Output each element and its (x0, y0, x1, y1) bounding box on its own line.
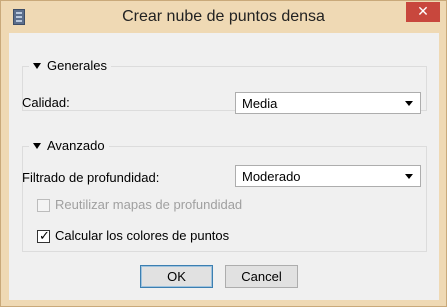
depth-filter-select[interactable]: Moderado (235, 165, 421, 187)
close-button[interactable]: ✕ (406, 2, 440, 22)
advanced-group-title: Avanzado (47, 138, 105, 153)
general-group-header[interactable]: Generales (29, 58, 111, 73)
checkmark-icon: ✓ (39, 228, 50, 243)
reuse-depth-maps-checkbox[interactable] (37, 199, 50, 212)
dialog-body: Generales Calidad: Media Avanzado Filtra… (9, 33, 439, 300)
cancel-button[interactable]: Cancel (225, 265, 298, 288)
chevron-down-icon (405, 101, 413, 106)
reuse-depth-maps-label: Reutilizar mapas de profundidad (55, 197, 243, 212)
calc-point-colors-checkbox[interactable]: ✓ (37, 228, 50, 243)
ok-button[interactable]: OK (140, 265, 213, 288)
calc-point-colors-label: Calcular los colores de puntos (55, 228, 230, 243)
collapse-triangle-icon (33, 142, 41, 149)
advanced-group-header[interactable]: Avanzado (29, 138, 109, 153)
quality-select[interactable]: Media (235, 92, 421, 114)
collapse-triangle-icon (33, 62, 41, 69)
quality-select-value: Media (242, 96, 278, 111)
depth-filter-label: Filtrado de profundidad: (22, 170, 160, 185)
depth-filter-select-value: Moderado (242, 169, 301, 184)
chevron-down-icon (405, 174, 413, 179)
general-group-title: Generales (47, 58, 107, 73)
window-title: Crear nube de puntos densa (122, 8, 325, 25)
dialog-window: Crear nube de puntos densa ✕ Generales C… (0, 0, 447, 307)
title-bar[interactable]: Crear nube de puntos densa ✕ (1, 1, 446, 33)
quality-label: Calidad: (22, 95, 70, 110)
